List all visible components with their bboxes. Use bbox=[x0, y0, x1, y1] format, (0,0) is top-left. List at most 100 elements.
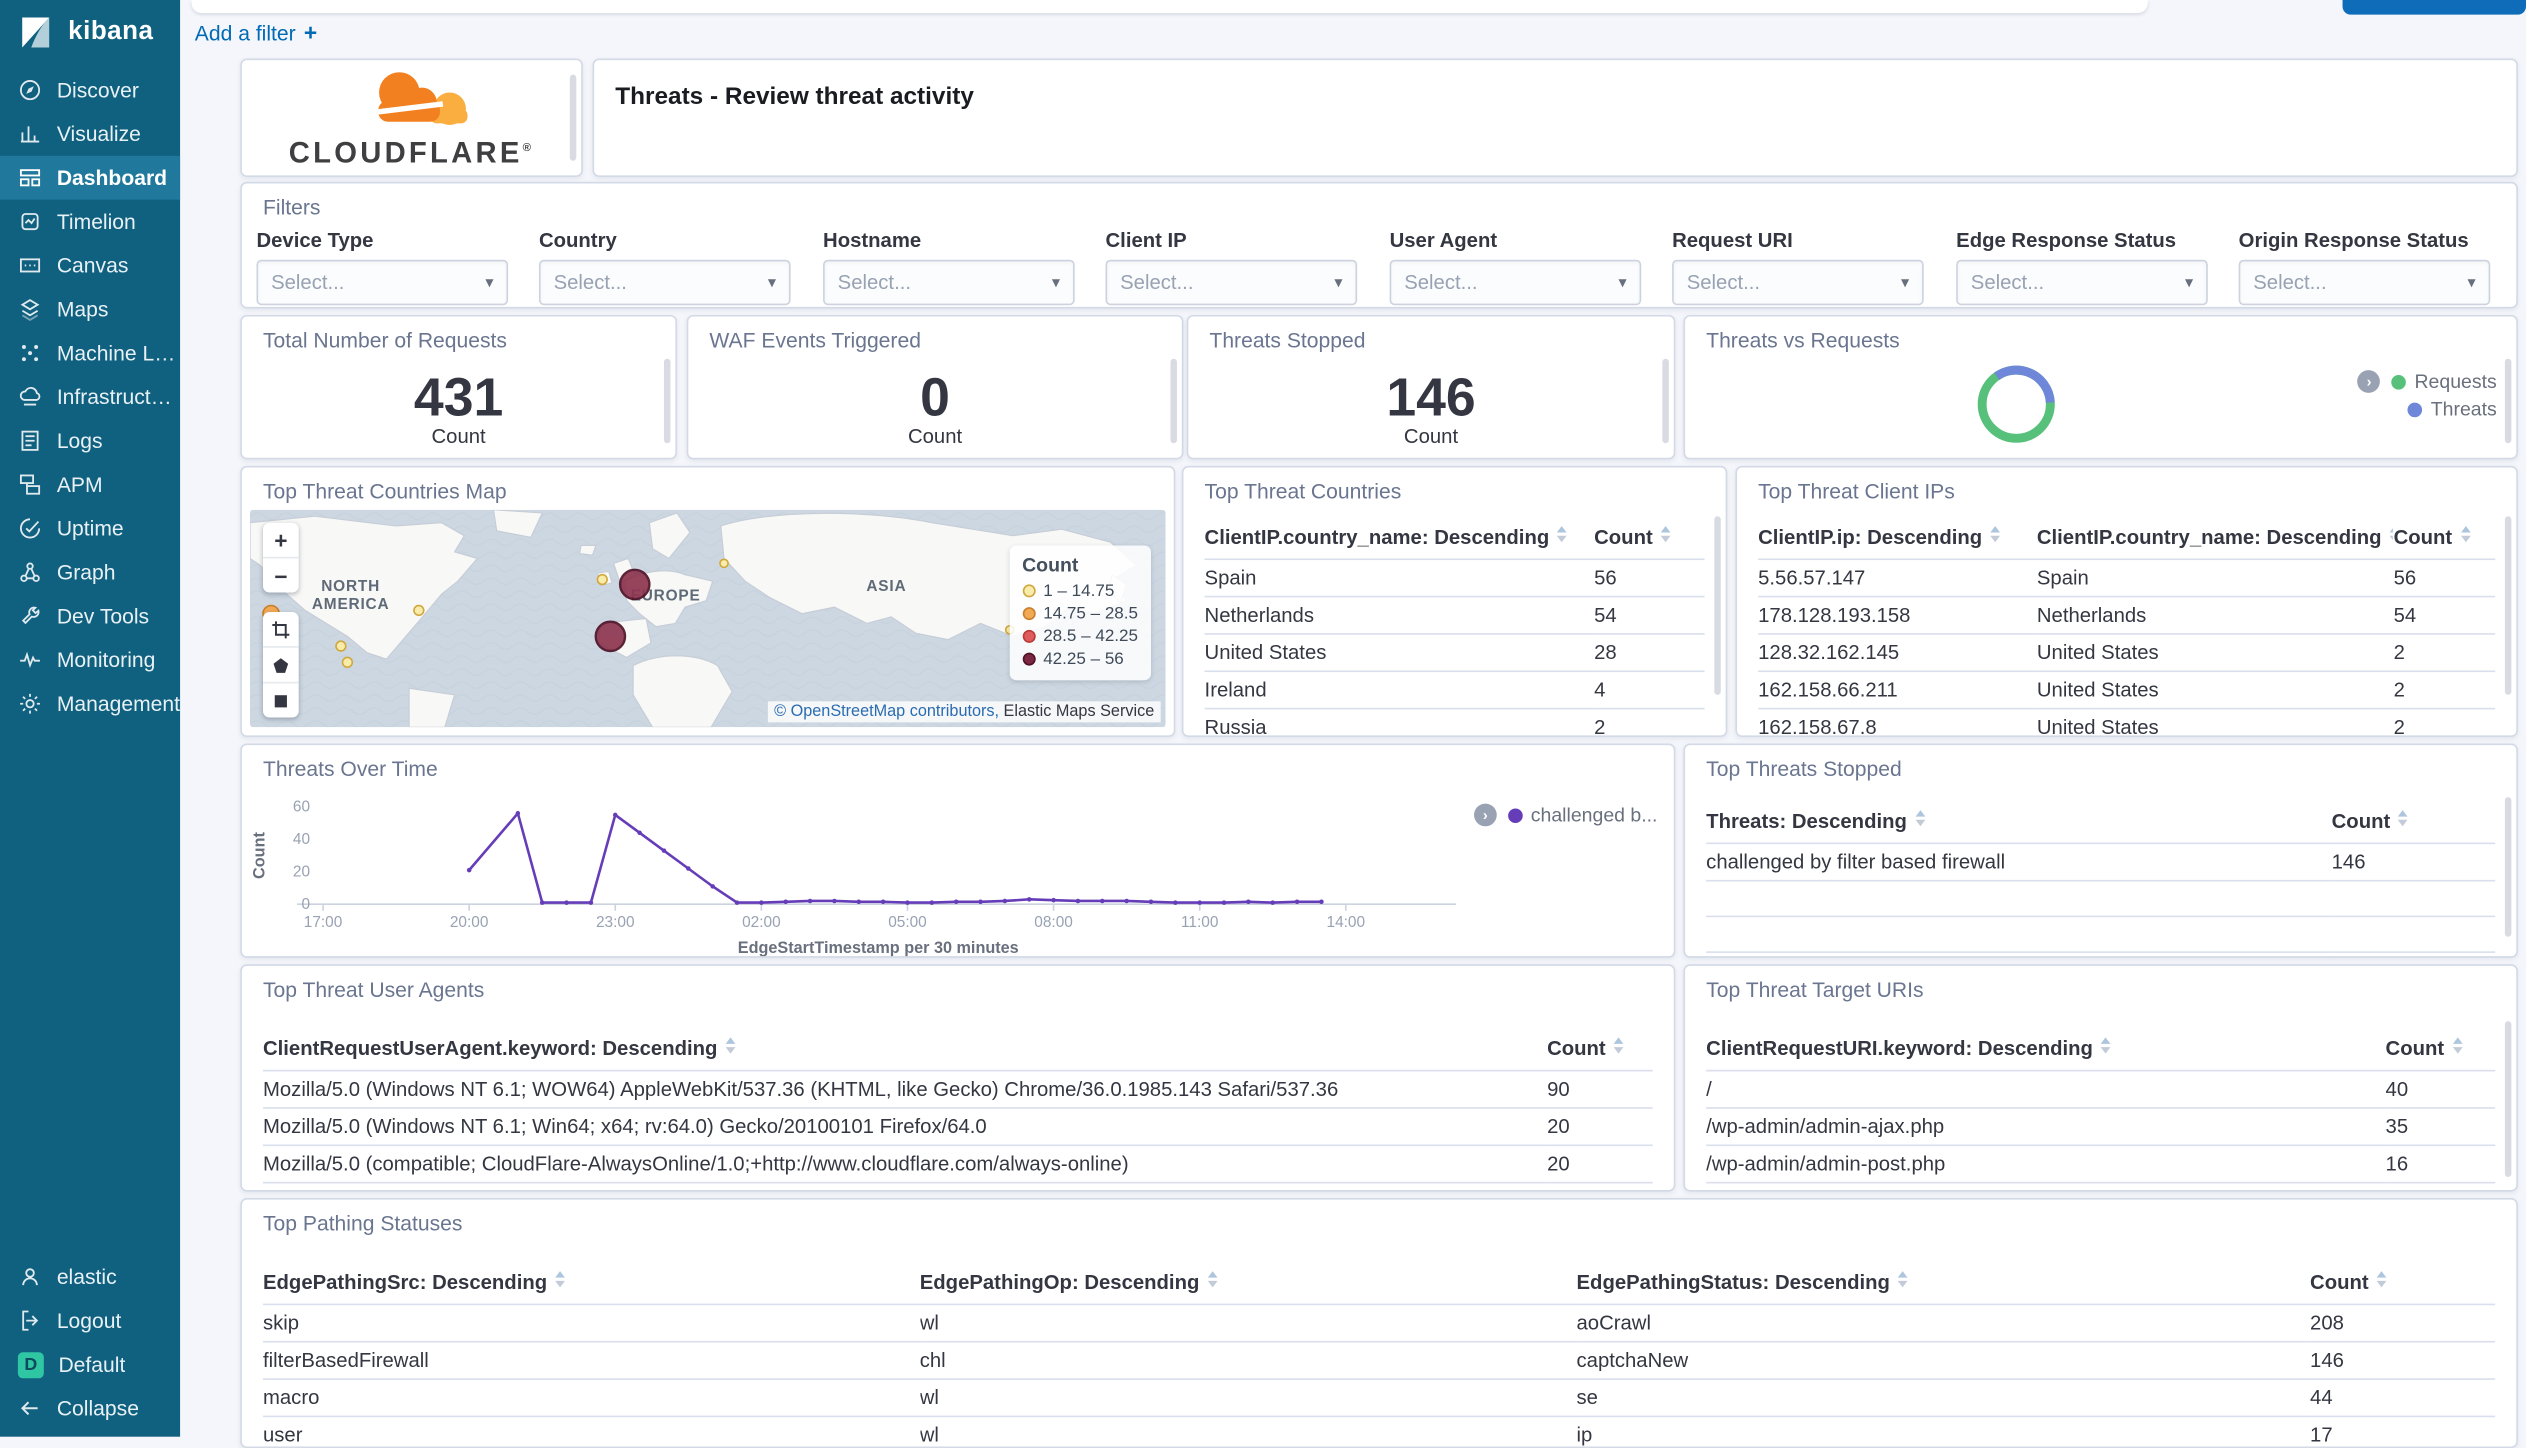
scrollbar[interactable] bbox=[2504, 1021, 2512, 1177]
hostname-select[interactable]: Select... ▾ bbox=[823, 259, 1075, 306]
sidebar-item-discover[interactable]: Discover bbox=[0, 68, 180, 112]
kibana-logo[interactable]: kibana bbox=[0, 0, 180, 68]
sidebar-item-collapse[interactable]: Collapse bbox=[0, 1386, 180, 1430]
sidebar-item-canvas[interactable]: Canvas bbox=[0, 244, 180, 288]
map-dot-us-south-2[interactable] bbox=[341, 656, 354, 669]
map-polygon-tool-button[interactable] bbox=[262, 648, 299, 684]
sidebar-item-machine-learning[interactable]: Machine Le... bbox=[0, 331, 180, 375]
world-map[interactable]: NORTH AMERICA EUROPE ASIA + − Count 1 – … bbox=[250, 509, 1166, 728]
openstreetmap-link[interactable]: © OpenStreetMap contributors, bbox=[774, 703, 999, 721]
update-button-fragment[interactable] bbox=[2342, 0, 2526, 15]
chevron-down-icon: ▾ bbox=[2467, 273, 2476, 292]
column-header[interactable]: EdgePathingSrc: Descending bbox=[262, 1264, 920, 1306]
panel-top-threat-target-uris: Top Threat Target URIs ClientRequestURI.… bbox=[1683, 964, 2518, 1192]
space-badge: D bbox=[17, 1351, 44, 1378]
sidebar-item-visualize[interactable]: Visualize bbox=[0, 112, 180, 156]
threats-vs-requests-donut[interactable] bbox=[1971, 359, 2062, 450]
sidebar-item-graph[interactable]: Graph bbox=[0, 550, 180, 594]
sidebar-item-label: Dev Tools bbox=[56, 603, 150, 629]
map-dot-russia[interactable] bbox=[719, 558, 729, 569]
column-header[interactable]: ClientIP.country_name: Descending bbox=[1204, 519, 1595, 561]
legend-toggle-icon[interactable]: › bbox=[1473, 803, 1497, 827]
scrollbar[interactable] bbox=[2504, 358, 2512, 444]
column-header[interactable]: ClientRequestUserAgent.keyword: Descendi… bbox=[262, 1030, 1548, 1072]
client-ip-select[interactable]: Select... ▾ bbox=[1105, 259, 1358, 306]
origin-response-status-select[interactable]: Select... ▾ bbox=[2238, 259, 2491, 306]
legend-item-threats[interactable]: Threats bbox=[2407, 398, 2497, 420]
column-header[interactable]: EdgePathingOp: Descending bbox=[919, 1264, 1577, 1306]
table-cell bbox=[1706, 880, 2332, 918]
map-dot-spain[interactable] bbox=[594, 620, 627, 653]
sidebar-item-user-elastic[interactable]: elastic bbox=[0, 1255, 180, 1299]
legend-item-challenged[interactable]: › challenged b... bbox=[1473, 803, 1657, 827]
table-cell: 28 bbox=[1594, 633, 1705, 673]
scrollbar[interactable] bbox=[1170, 358, 1177, 444]
column-header[interactable]: ClientIP.ip: Descending bbox=[1758, 519, 2037, 561]
panel-threats-over-time: Threats Over Time 17:00 20:00 23:00 02:00 05… bbox=[240, 743, 1676, 958]
map-zoom-in-button[interactable]: + bbox=[262, 523, 299, 559]
filter-label: Client IP bbox=[1105, 228, 1187, 252]
sort-icon bbox=[1613, 1037, 1624, 1054]
map-dot-us-south-1[interactable] bbox=[335, 640, 347, 652]
scrollbar[interactable] bbox=[2504, 797, 2512, 937]
select-placeholder: Select... bbox=[1404, 271, 1478, 294]
map-dot-us-northeast[interactable] bbox=[413, 604, 425, 617]
column-header[interactable]: ClientIP.country_name: Descending bbox=[2036, 519, 2394, 561]
column-header[interactable]: Count bbox=[2310, 1264, 2496, 1306]
sidebar-item-dev-tools[interactable]: Dev Tools bbox=[0, 594, 180, 638]
top-threat-countries-table: ClientIP.country_name: Descending Count Sp… bbox=[1204, 519, 1705, 736]
column-header[interactable]: Count bbox=[1547, 1030, 1653, 1072]
sidebar-item-management[interactable]: Management bbox=[0, 682, 180, 726]
sidebar-item-apm[interactable]: APM bbox=[0, 463, 180, 507]
map-crop-tool-button[interactable] bbox=[262, 612, 299, 648]
edge-response-status-select[interactable]: Select... ▾ bbox=[1956, 259, 2208, 306]
column-header[interactable]: Threats: Descending bbox=[1706, 803, 2332, 845]
table-cell: 20 bbox=[1547, 1107, 1653, 1147]
map-zoom-out-button[interactable]: − bbox=[263, 558, 299, 592]
column-header[interactable]: Count bbox=[2385, 1030, 2496, 1072]
scrollbar[interactable] bbox=[663, 358, 671, 444]
sidebar-item-maps[interactable]: Maps bbox=[0, 287, 180, 331]
device-type-select[interactable]: Select... ▾ bbox=[256, 259, 509, 306]
filter-label: Edge Response Status bbox=[1956, 228, 2177, 252]
user-agent-select[interactable]: Select... ▾ bbox=[1389, 259, 1642, 306]
country-select[interactable]: Select... ▾ bbox=[538, 259, 791, 306]
column-header[interactable]: ClientRequestURI.keyword: Descending bbox=[1706, 1030, 2386, 1072]
column-header[interactable]: Count bbox=[2393, 519, 2496, 561]
svg-text:05:00: 05:00 bbox=[888, 914, 927, 931]
sidebar-item-uptime[interactable]: Uptime bbox=[0, 506, 180, 550]
table-cell: captchaNew bbox=[1576, 1341, 2311, 1380]
sort-icon bbox=[2398, 810, 2409, 827]
table-cell: macro bbox=[262, 1379, 920, 1418]
sidebar-item-label: Graph bbox=[56, 560, 116, 585]
sort-icon bbox=[1557, 525, 1568, 543]
map-legend-item: 28.5 – 42.25 bbox=[1022, 627, 1138, 646]
add-filter-button[interactable]: Add a filter + bbox=[195, 19, 317, 45]
legend-item-requests[interactable]: › Requests bbox=[2357, 370, 2497, 393]
scrollbar[interactable] bbox=[2504, 516, 2512, 695]
scrollbar[interactable] bbox=[1662, 358, 1669, 444]
scrollbar[interactable] bbox=[569, 74, 577, 161]
sidebar-item-default-space[interactable]: D Default bbox=[0, 1343, 180, 1387]
sidebar-item-dashboard[interactable]: Dashboard bbox=[0, 155, 181, 200]
sidebar-item-monitoring[interactable]: Monitoring bbox=[0, 638, 180, 682]
legend-toggle-icon[interactable]: › bbox=[2357, 370, 2381, 393]
sidebar-item-logout[interactable]: Logout bbox=[0, 1299, 180, 1343]
scrollbar[interactable] bbox=[1714, 516, 1721, 695]
sidebar-item-infrastructure[interactable]: Infrastructure bbox=[0, 375, 180, 419]
column-header[interactable]: Count bbox=[1594, 519, 1705, 561]
query-bar-fragment[interactable] bbox=[191, 0, 2148, 13]
map-rectangle-tool-button[interactable] bbox=[263, 683, 299, 717]
sidebar-item-logs[interactable]: Logs bbox=[0, 419, 180, 463]
column-header[interactable]: Count bbox=[2331, 803, 2496, 845]
sidebar-item-timelion[interactable]: Timelion bbox=[0, 200, 180, 244]
sidebar-item-label: Dashboard bbox=[56, 165, 168, 190]
map-legend-item: 42.25 – 56 bbox=[1022, 649, 1138, 669]
threats-over-time-chart[interactable]: 17:00 20:00 23:00 02:00 05:00 08:00 11:00 14:00… bbox=[248, 781, 1475, 958]
column-header[interactable]: EdgePathingStatus: Descending bbox=[1576, 1264, 2311, 1306]
request-uri-select[interactable]: Select... ▾ bbox=[1672, 259, 1924, 306]
map-dot-netherlands[interactable] bbox=[618, 568, 651, 601]
bucket-dot bbox=[1022, 629, 1036, 643]
map-dot-ireland[interactable] bbox=[596, 573, 608, 586]
bucket-dot bbox=[1022, 584, 1036, 598]
